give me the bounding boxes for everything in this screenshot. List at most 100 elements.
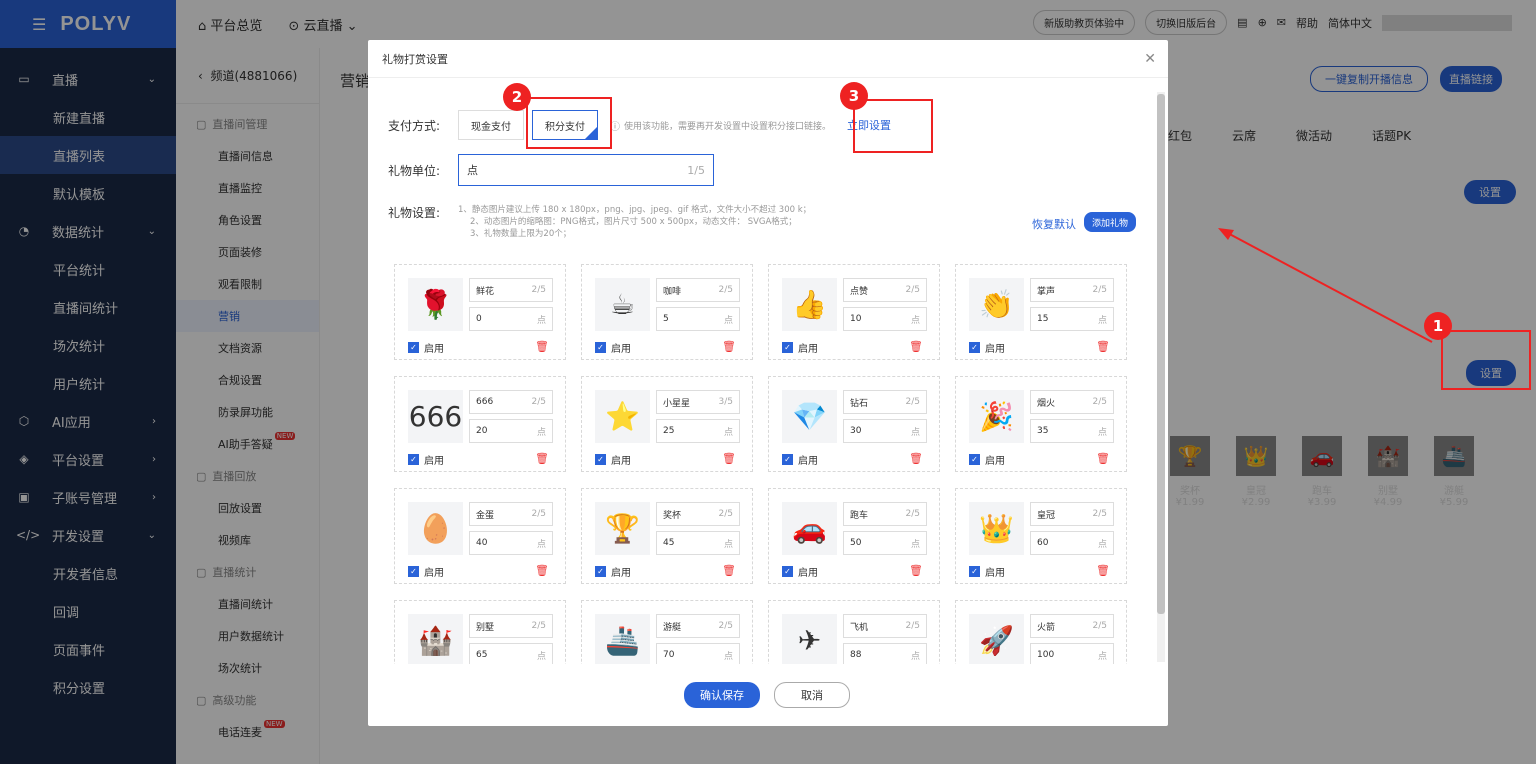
gift-name-input[interactable]: 飞机 2/5	[843, 614, 927, 638]
scrollbar-thumb[interactable]	[1157, 94, 1165, 614]
delete-icon[interactable]: 🗑	[909, 340, 923, 353]
delete-icon[interactable]: 🗑	[722, 564, 736, 577]
gift-value-input[interactable]: 25 点	[656, 419, 740, 443]
gift-name-input[interactable]: 烟火 2/5	[1030, 390, 1114, 414]
enable-checkbox[interactable]: ✓ 启用	[595, 340, 631, 355]
gift-value-input[interactable]: 35 点	[1030, 419, 1114, 443]
gift-thumbnail[interactable]: 🚗	[782, 502, 837, 555]
gift-name-input[interactable]: 别墅 2/5	[469, 614, 553, 638]
gift-name-input[interactable]: 掌声 2/5	[1030, 278, 1114, 302]
cancel-button[interactable]: 取消	[774, 682, 850, 708]
gift-value-input[interactable]: 65 点	[469, 643, 553, 664]
gift-tip-2: 2、动态图片的缩略图：PNG格式，图片尺寸 500 x 500px，动态文件： …	[470, 217, 797, 227]
delete-icon[interactable]: 🗑	[1096, 452, 1110, 465]
gift-name-input[interactable]: 666 2/5	[469, 390, 553, 414]
close-icon[interactable]: ✕	[1144, 51, 1156, 67]
gift-name-input[interactable]: 鲜花 2/5	[469, 278, 553, 302]
gift-thumbnail[interactable]: 🏰	[408, 614, 463, 664]
restore-default-link[interactable]: 恢复默认	[1032, 216, 1076, 232]
gift-thumbnail[interactable]: ⭐	[595, 390, 650, 443]
confirm-save-button[interactable]: 确认保存	[684, 682, 760, 708]
enable-checkbox[interactable]: ✓ 启用	[408, 564, 444, 579]
gift-thumbnail[interactable]: 🚢	[595, 614, 650, 664]
enable-checkbox[interactable]: ✓ 启用	[969, 340, 1005, 355]
pay-cash-option[interactable]: 现金支付	[458, 110, 524, 140]
gift-value-input[interactable]: 50 点	[843, 531, 927, 555]
dialog-scrollbar[interactable]	[1157, 92, 1165, 662]
gift-name-count: 2/5	[718, 621, 733, 631]
enable-label: 启用	[424, 456, 444, 467]
gift-value-input[interactable]: 15 点	[1030, 307, 1114, 331]
gift-thumbnail[interactable]: ☕	[595, 278, 650, 331]
delete-icon[interactable]: 🗑	[909, 564, 923, 577]
gift-thumbnail[interactable]: 🚀	[969, 614, 1024, 664]
gift-value-input[interactable]: 5点	[656, 307, 740, 331]
enable-checkbox[interactable]: ✓ 启用	[782, 452, 818, 467]
gift-value-input[interactable]: 20 点	[469, 419, 553, 443]
gift-value-input[interactable]: 60 点	[1030, 531, 1114, 555]
gift-unit: 点	[536, 427, 546, 438]
gift-value-input[interactable]: 45 点	[656, 531, 740, 555]
enable-checkbox[interactable]: ✓ 启用	[408, 452, 444, 467]
gift-name-input[interactable]: 游艇 2/5	[656, 614, 740, 638]
gift-name-count: 2/5	[718, 285, 733, 295]
delete-icon[interactable]: 🗑	[722, 340, 736, 353]
enable-checkbox[interactable]: ✓ 启用	[782, 340, 818, 355]
enable-label: 启用	[424, 568, 444, 579]
enable-checkbox[interactable]: ✓ 启用	[782, 564, 818, 579]
gift-card: ☕ 咖啡 2/5 5 点 ✓ 启用 🗑	[581, 264, 753, 360]
gift-value-input[interactable]: 70 点	[656, 643, 740, 664]
checkbox-checked-icon: ✓	[969, 566, 980, 577]
gift-name: 飞机	[850, 622, 869, 633]
gift-thumbnail[interactable]: ✈	[782, 614, 837, 664]
delete-icon[interactable]: 🗑	[909, 452, 923, 465]
enable-checkbox[interactable]: ✓ 启用	[595, 564, 631, 579]
gift-name-count: 2/5	[905, 509, 920, 519]
delete-icon[interactable]: 🗑	[1096, 564, 1110, 577]
gift-value: 0	[476, 314, 482, 324]
gift-unit: 点	[1097, 315, 1107, 326]
gift-name-input[interactable]: 奖杯 2/5	[656, 502, 740, 526]
gift-value-input[interactable]: 30 点	[843, 419, 927, 443]
gift-name-input[interactable]: 小星星 3/5	[656, 390, 740, 414]
gift-value-input[interactable]: 0点	[469, 307, 553, 331]
gift-thumbnail[interactable]: 👑	[969, 502, 1024, 555]
gift-name-input[interactable]: 跑车 2/5	[843, 502, 927, 526]
gift-thumbnail[interactable]: 🏆	[595, 502, 650, 555]
delete-icon[interactable]: 🗑	[535, 452, 549, 465]
gift-thumbnail[interactable]: 👍	[782, 278, 837, 331]
enable-checkbox[interactable]: ✓ 启用	[408, 340, 444, 355]
gift-unit-input[interactable]: 点 1/5	[458, 154, 714, 186]
gift-value-input[interactable]: 10 点	[843, 307, 927, 331]
gift-name-input[interactable]: 点赞 2/5	[843, 278, 927, 302]
gift-value-input[interactable]: 88 点	[843, 643, 927, 664]
gift-thumbnail[interactable]: 666	[408, 390, 463, 443]
gift-value: 100	[1037, 650, 1055, 660]
gift-name-input[interactable]: 钻石 2/5	[843, 390, 927, 414]
delete-icon[interactable]: 🗑	[1096, 340, 1110, 353]
gift-name-input[interactable]: 皇冠 2/5	[1030, 502, 1114, 526]
gift-value-input[interactable]: 40 点	[469, 531, 553, 555]
gift-thumbnail[interactable]: 👏	[969, 278, 1024, 331]
gift-thumbnail[interactable]: 🌹	[408, 278, 463, 331]
gift-name-input[interactable]: 金蛋 2/5	[469, 502, 553, 526]
gift-name: 小星星	[663, 398, 691, 409]
gift-name-input[interactable]: 咖啡 2/5	[656, 278, 740, 302]
gift-thumbnail[interactable]: 🥚	[408, 502, 463, 555]
gift-thumbnail[interactable]: 🎉	[969, 390, 1024, 443]
gift-value-input[interactable]: 100 点	[1030, 643, 1114, 664]
checkbox-checked-icon: ✓	[782, 566, 793, 577]
delete-icon[interactable]: 🗑	[722, 452, 736, 465]
delete-icon[interactable]: 🗑	[535, 340, 549, 353]
enable-label: 启用	[611, 344, 631, 355]
delete-icon[interactable]: 🗑	[535, 564, 549, 577]
enable-checkbox[interactable]: ✓ 启用	[969, 452, 1005, 467]
enable-checkbox[interactable]: ✓ 启用	[969, 564, 1005, 579]
gift-name-count: 2/5	[1092, 509, 1107, 519]
gift-thumbnail[interactable]: 💎	[782, 390, 837, 443]
enable-label: 启用	[798, 456, 818, 467]
gift-value: 40	[476, 538, 488, 548]
add-gift-button[interactable]: 添加礼物	[1084, 212, 1136, 232]
gift-name-input[interactable]: 火箭 2/5	[1030, 614, 1114, 638]
enable-checkbox[interactable]: ✓ 启用	[595, 452, 631, 467]
